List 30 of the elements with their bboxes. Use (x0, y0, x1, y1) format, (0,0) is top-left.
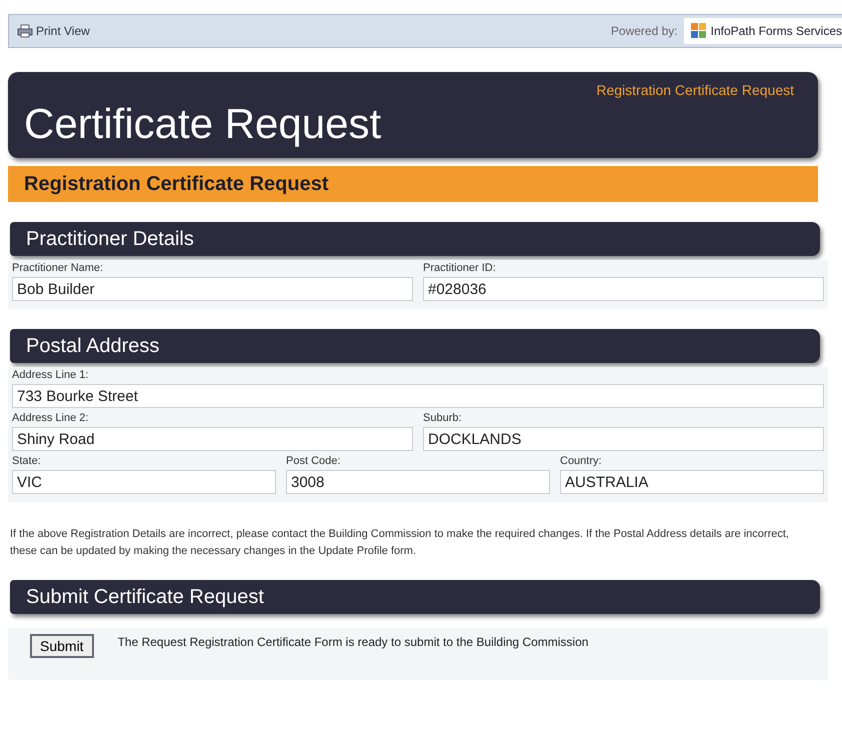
section-header: Practitioner Details (10, 222, 820, 256)
field-label: Address Line 1: (12, 369, 90, 383)
input-field[interactable]: 3008 (286, 470, 550, 494)
section-header: Submit Certificate Request (10, 580, 820, 614)
input-field[interactable]: 733 Bourke Street (12, 384, 824, 408)
field-label: Post Code: (286, 455, 342, 469)
logo-icon (690, 22, 708, 40)
brand-name: InfoPath Forms Services (710, 24, 842, 38)
field-label: Suburb: (423, 412, 463, 426)
header-subtitle: Registration Certificate Request (595, 82, 794, 98)
input-field[interactable]: AUSTRALIA (560, 470, 824, 494)
field-label: Country: (560, 455, 603, 469)
field-label: Practitioner Name: (12, 262, 104, 276)
input-field[interactable]: DOCKLANDS (423, 427, 824, 451)
info-text: If the above Registration Details are incorrect, please contact the Building Commission to make the required changes. If the Postal Address details are incorrect, these can be updated by making the necessary changes in the Update Profile form. (10, 527, 790, 559)
form-banner: Registration Certificate Request (8, 166, 818, 202)
submit-button[interactable]: Submit (30, 634, 94, 658)
field-label: Address Line 2: (12, 412, 90, 426)
section-header: Postal Address (10, 329, 820, 363)
powered-by-label: Powered by: (610, 24, 678, 38)
input-field[interactable]: Shiny Road (12, 427, 413, 451)
field-label: State: (12, 455, 42, 469)
input-field[interactable]: VIC (12, 470, 276, 494)
field-label: Practitioner ID: (423, 262, 497, 276)
submit-message: The Request Registration Certificate Form is ready to submit to the Building Commission (118, 635, 588, 649)
header-title: Certificate Request (24, 100, 382, 148)
printer-icon (17, 24, 33, 38)
input-field[interactable]: #028036 (423, 277, 824, 301)
print-view-button[interactable]: Print View (17, 24, 90, 38)
input-field[interactable]: Bob Builder (12, 277, 413, 301)
